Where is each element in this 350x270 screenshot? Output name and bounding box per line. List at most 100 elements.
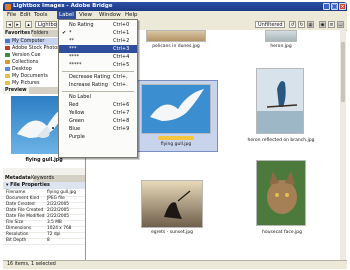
menu-item-shortcut: Ctrl+,	[113, 74, 128, 80]
rotate-right-icon[interactable]: ↻	[298, 21, 305, 28]
trash-icon[interactable]: ▦	[307, 21, 314, 28]
favorite-collections[interactable]: Collections	[5, 59, 38, 66]
menu-file[interactable]: File	[7, 11, 16, 19]
menu-item-shortcut: Ctrl+3	[113, 46, 130, 52]
location-field[interactable]: Lightbo	[35, 21, 57, 28]
thumbnail-egrets-sunset[interactable]: egrets - sunset.jpg	[141, 180, 211, 240]
stock-photos-icon	[5, 45, 10, 50]
menu-item-two-stars[interactable]: ** Ctrl+2	[59, 37, 137, 45]
thumbnail-image	[256, 68, 304, 134]
menu-separator	[62, 91, 134, 92]
menu-item-decrease-rating[interactable]: Decrease Rating Ctrl+,	[59, 73, 137, 81]
thumbnail-image	[256, 160, 306, 226]
view-list-icon[interactable]: ≡	[328, 21, 335, 28]
thumbnail-heron-branch[interactable]: heron reflected on branch.jpg	[246, 68, 316, 150]
menu-item-four-stars[interactable]: **** Ctrl+4	[59, 53, 137, 61]
vertical-scrollbar[interactable]	[340, 30, 346, 260]
menu-item-label: Purple	[69, 134, 85, 140]
favorite-label: Adobe Stock Photos	[12, 46, 60, 51]
menu-label[interactable]: Label	[57, 11, 76, 19]
thumbnail-housecat[interactable]: housecat face.jpg	[254, 160, 310, 240]
menu-item-increase-rating[interactable]: Increase Rating Ctrl+.	[59, 81, 137, 89]
back-icon[interactable]: ◂	[6, 21, 13, 28]
menu-item-no-label[interactable]: No Label	[59, 93, 137, 101]
menu-item-three-stars[interactable]: *** Ctrl+3	[59, 45, 137, 53]
heron-branch-image	[257, 69, 303, 133]
title-bar: Lightbox Images - Adobe Bridge _ □ ×	[3, 2, 347, 11]
menu-view[interactable]: View	[79, 11, 92, 19]
menu-item-label: Yellow	[69, 110, 85, 116]
thumbnail-caption: flying gull.jpg	[160, 142, 192, 147]
thumbnail-caption: heron reflected on branch.jpg	[247, 138, 315, 143]
menu-item-label: Decrease Rating	[69, 74, 111, 80]
view-details-icon[interactable]: ▤	[337, 21, 344, 28]
menu-item-label: **	[69, 38, 74, 44]
menu-item-purple[interactable]: Purple	[59, 133, 137, 141]
metadata-tabs: Metadata Keywords	[3, 175, 85, 182]
menu-item-label: Green	[69, 118, 85, 124]
status-bar: 16 items, 1 selected	[3, 260, 347, 269]
menu-item-one-star[interactable]: ✔ * Ctrl+1	[59, 29, 137, 37]
menu-item-label: Blue	[69, 126, 81, 132]
label-menu: No Rating Ctrl+0 ✔ * Ctrl+1 ** Ctrl+2 *** Ctr…	[58, 19, 138, 158]
minimize-icon[interactable]: _	[323, 3, 330, 10]
menu-item-shortcut: Ctrl+4	[113, 54, 130, 60]
menu-item-label: ***	[69, 46, 77, 52]
favorite-adobe-stock-photos[interactable]: Adobe Stock Photos	[5, 45, 60, 52]
menu-item-blue[interactable]: Blue Ctrl+9	[59, 125, 137, 133]
menu-item-shortcut: Ctrl+9	[113, 126, 130, 132]
app-icon	[5, 3, 11, 10]
menu-item-shortcut: Ctrl+1	[113, 30, 130, 36]
folder-icon	[5, 80, 10, 85]
menu-item-shortcut: Ctrl+8	[113, 118, 130, 124]
menu-item-label: No Rating	[69, 22, 94, 28]
menu-window[interactable]: Window	[99, 11, 121, 19]
menu-item-no-rating[interactable]: No Rating Ctrl+0	[59, 21, 137, 29]
forward-icon[interactable]: ▸	[14, 21, 21, 28]
menu-item-shortcut: Ctrl+5	[113, 62, 130, 68]
menu-item-five-stars[interactable]: ***** Ctrl+5	[59, 61, 137, 69]
folder-up-icon[interactable]: ▴	[25, 21, 32, 28]
menu-help[interactable]: Help	[125, 11, 138, 19]
favorite-desktop[interactable]: Desktop	[5, 66, 32, 73]
menu-item-yellow[interactable]: Yellow Ctrl+7	[59, 109, 137, 117]
menu-edit[interactable]: Edit	[20, 11, 31, 19]
favorite-label: My Computer	[12, 39, 45, 44]
favorite-version-cue[interactable]: Version Cue	[5, 52, 41, 59]
tab-keywords[interactable]: Keywords	[29, 175, 56, 182]
menu-item-label: ****	[69, 54, 79, 60]
favorite-label: Collections	[12, 60, 39, 65]
preview-caption: flying gull.jpg	[25, 158, 63, 163]
version-cue-icon	[5, 52, 10, 57]
maximize-icon[interactable]: □	[331, 3, 338, 10]
gull-image	[142, 85, 210, 133]
thumbnail-pelicans[interactable]: pelicans in dunes.jpg	[146, 30, 206, 52]
favorite-label: Desktop	[12, 67, 32, 72]
rotate-left-icon[interactable]: ↺	[289, 21, 296, 28]
menu-item-red[interactable]: Red Ctrl+6	[59, 101, 137, 109]
close-icon[interactable]: ×	[339, 3, 346, 10]
file-properties-header[interactable]: ▾ File Properties	[3, 182, 85, 189]
star-rating[interactable]	[158, 136, 194, 140]
tab-favorites[interactable]: Favorites	[3, 30, 33, 37]
scrollbar-thumb[interactable]	[341, 42, 345, 102]
collections-icon	[5, 59, 10, 64]
tab-preview[interactable]: Preview	[3, 87, 29, 94]
filter-dropdown[interactable]: Unfiltered	[255, 21, 285, 28]
tab-folders[interactable]: Folders	[29, 30, 50, 37]
favorite-my-pictures[interactable]: My Pictures	[5, 80, 40, 87]
menu-item-label: Increase Rating	[69, 82, 108, 88]
view-thumbnails-icon[interactable]: ▣	[319, 21, 326, 28]
favorite-label: My Pictures	[12, 81, 40, 86]
desktop-icon	[5, 66, 10, 71]
thumbnail-caption: heron.jpg	[270, 44, 292, 49]
menu-separator	[62, 71, 134, 72]
bridge-window: Lightbox Images - Adobe Bridge _ □ × Fil…	[0, 0, 350, 270]
thumbnail-flying-gull[interactable]: flying gull.jpg	[136, 80, 218, 152]
menu-item-shortcut: Ctrl+7	[113, 110, 130, 116]
menu-item-green[interactable]: Green Ctrl+8	[59, 117, 137, 125]
thumbnail-heron[interactable]: heron.jpg	[251, 30, 311, 52]
favorite-my-documents[interactable]: My Documents	[5, 73, 48, 80]
menu-tools[interactable]: Tools	[34, 11, 48, 19]
menu-item-shortcut: Ctrl+0	[113, 22, 130, 28]
